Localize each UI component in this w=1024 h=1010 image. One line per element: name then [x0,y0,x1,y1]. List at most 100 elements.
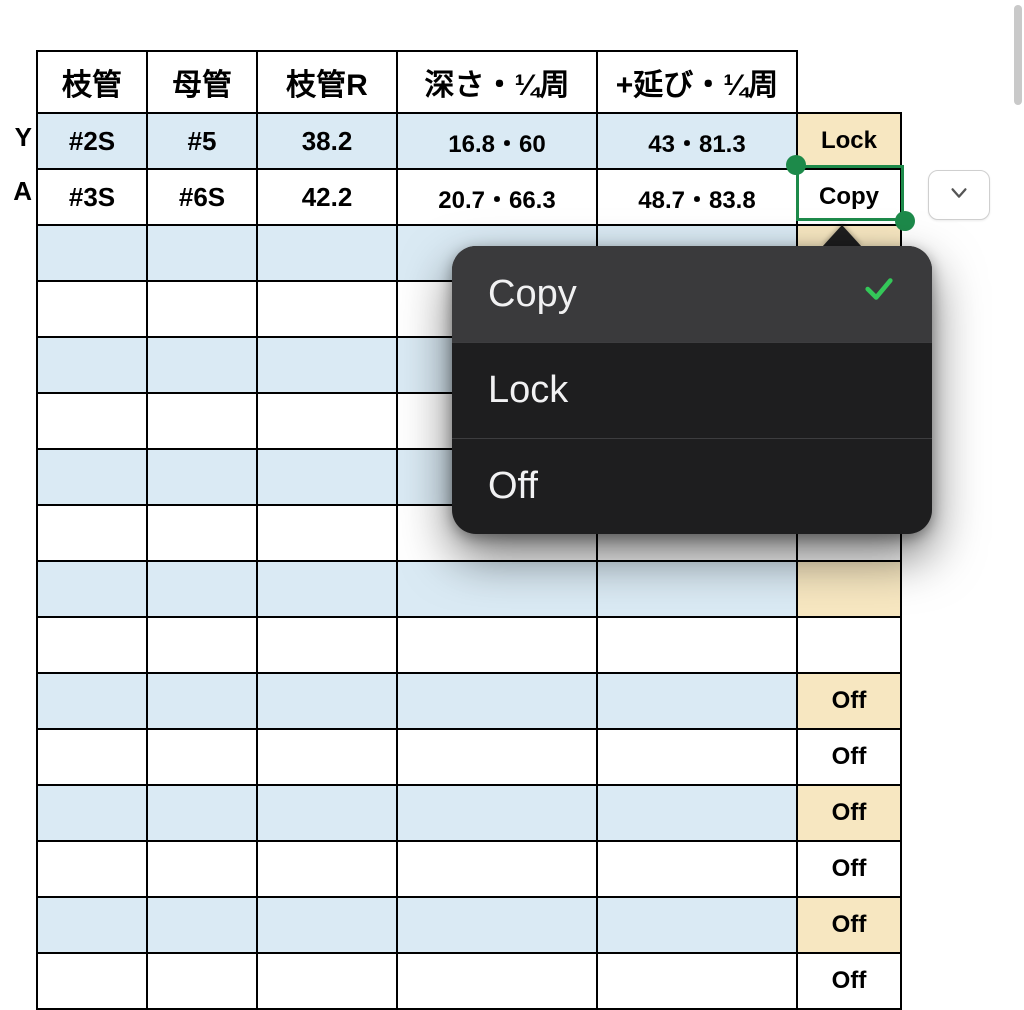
state-cell[interactable]: Off [797,673,901,729]
table-cell[interactable]: 43・81.3 [597,113,797,169]
table-cell[interactable] [597,953,797,1009]
table-cell[interactable] [257,953,397,1009]
table-cell[interactable] [37,393,147,449]
table-cell[interactable]: #2S [37,113,147,169]
dropdown-option-off[interactable]: Off [452,439,932,534]
table-cell[interactable] [37,337,147,393]
table-cell[interactable] [257,897,397,953]
table-cell[interactable] [147,281,257,337]
state-cell[interactable]: Lock [797,113,901,169]
state-cell[interactable] [797,617,901,673]
dropdown-option-lock[interactable]: Lock [452,343,932,438]
dropdown-option-copy[interactable]: Copy [452,246,932,342]
table-cell[interactable] [147,393,257,449]
table-cell[interactable] [147,729,257,785]
col-header[interactable]: +延び・¼周 [597,51,797,113]
state-cell[interactable]: Off [797,841,901,897]
col-header[interactable]: 深さ・¼周 [397,51,597,113]
table-cell[interactable] [257,281,397,337]
table-cell[interactable] [37,617,147,673]
table-cell[interactable] [37,449,147,505]
table-row [37,617,901,673]
state-cell[interactable]: Off [797,897,901,953]
table-cell[interactable] [257,617,397,673]
table-header-row: 枝管 母管 枝管R 深さ・¼周 +延び・¼周 [37,51,901,113]
table-cell[interactable] [37,281,147,337]
table-cell[interactable] [257,505,397,561]
table-cell[interactable]: 42.2 [257,169,397,225]
table-cell[interactable] [37,785,147,841]
table-cell[interactable]: #5 [147,113,257,169]
table-cell[interactable] [257,561,397,617]
table-cell[interactable] [397,841,597,897]
scrollbar[interactable] [1014,5,1022,105]
table-cell[interactable] [597,673,797,729]
table-cell[interactable] [257,729,397,785]
table-cell[interactable] [597,617,797,673]
table-cell[interactable] [147,841,257,897]
table-cell[interactable] [597,841,797,897]
table-cell[interactable] [257,785,397,841]
table-cell[interactable]: 20.7・66.3 [397,169,597,225]
table-cell[interactable] [37,897,147,953]
table-cell[interactable] [257,841,397,897]
table-cell[interactable]: #3S [37,169,147,225]
dropdown-button[interactable] [928,170,990,220]
row-label-a: A [6,176,32,207]
table-cell[interactable] [37,673,147,729]
table-cell[interactable] [147,617,257,673]
col-header[interactable]: 枝管 [37,51,147,113]
table-cell[interactable] [147,337,257,393]
table-cell[interactable] [147,505,257,561]
table-cell[interactable] [147,897,257,953]
table-cell[interactable] [37,225,147,281]
table-row: Off [37,673,901,729]
table-cell[interactable] [147,561,257,617]
table-cell[interactable] [397,561,597,617]
table-cell[interactable] [147,449,257,505]
table-cell[interactable] [37,729,147,785]
table-row: Off [37,953,901,1009]
table-row: Off [37,729,901,785]
option-label: Off [488,465,538,508]
table-cell[interactable] [597,785,797,841]
state-cell[interactable]: Off [797,729,901,785]
table-cell[interactable] [37,561,147,617]
table-cell[interactable] [37,953,147,1009]
table-cell[interactable] [37,505,147,561]
state-cell[interactable] [797,561,901,617]
table-cell[interactable] [397,617,597,673]
table-cell[interactable]: 16.8・60 [397,113,597,169]
table-cell[interactable] [397,785,597,841]
table-cell[interactable] [147,785,257,841]
table-cell[interactable] [147,953,257,1009]
table-cell[interactable] [397,729,597,785]
state-cell[interactable]: Copy [797,169,901,225]
table-cell[interactable] [37,841,147,897]
dropdown-popover: Copy Lock Off [452,246,932,534]
col-header[interactable]: 母管 [147,51,257,113]
table-row: Off [37,785,901,841]
state-cell[interactable]: Off [797,953,901,1009]
table-cell[interactable] [397,673,597,729]
table-cell[interactable] [597,561,797,617]
col-header[interactable]: 枝管R [257,51,397,113]
table-cell[interactable] [147,673,257,729]
table-cell[interactable] [257,393,397,449]
table-cell[interactable]: 38.2 [257,113,397,169]
table-cell[interactable]: #6S [147,169,257,225]
state-cell[interactable]: Off [797,785,901,841]
table-cell[interactable] [147,225,257,281]
table-cell[interactable] [257,449,397,505]
table-cell[interactable] [257,225,397,281]
table-row: Off [37,897,901,953]
table-cell[interactable] [597,729,797,785]
table-cell[interactable]: 48.7・83.8 [597,169,797,225]
table-row: #2S#538.216.8・6043・81.3Lock [37,113,901,169]
table-cell[interactable] [257,337,397,393]
table-cell[interactable] [257,673,397,729]
table-cell[interactable] [397,953,597,1009]
table-cell[interactable] [597,897,797,953]
table-row: #3S#6S42.220.7・66.348.7・83.8Copy [37,169,901,225]
table-cell[interactable] [397,897,597,953]
